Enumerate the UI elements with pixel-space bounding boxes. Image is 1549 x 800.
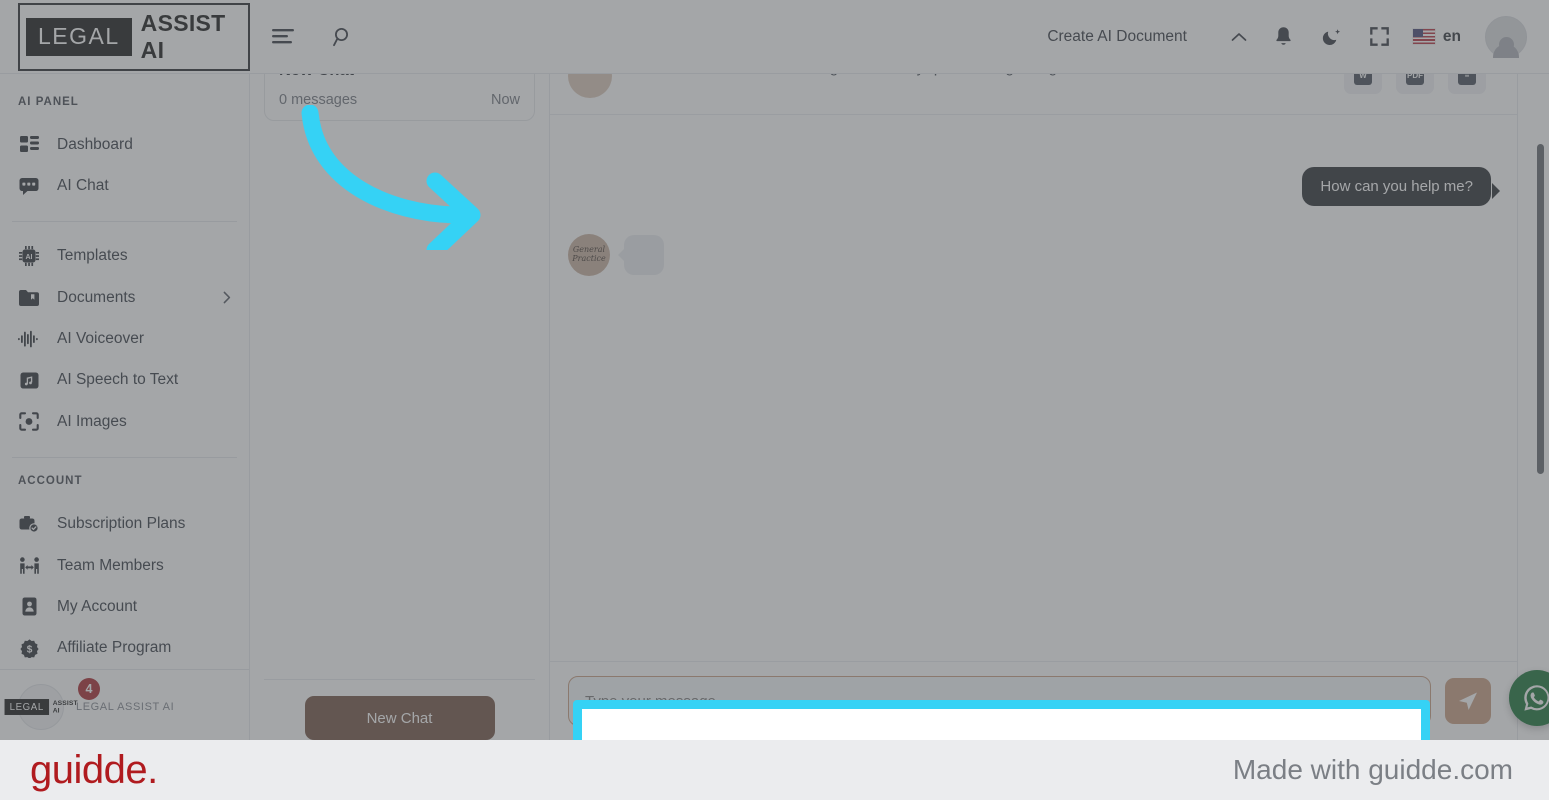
- sidebar-item-subscription-plans[interactable]: Subscription Plans: [0, 503, 249, 544]
- header-left-tools: [268, 22, 358, 52]
- sidebar-section-ai-panel: AI PANEL: [18, 96, 79, 108]
- app-body: AI PANEL Dashboard AI Chat AI Templates …: [0, 48, 1549, 740]
- search-icon[interactable]: [328, 22, 358, 52]
- guidde-made-with-label: Made with guidde.com: [1232, 754, 1513, 785]
- sidebar-item-team-members[interactable]: Team Members: [0, 545, 249, 586]
- right-rail: [1509, 74, 1549, 740]
- moon-icon[interactable]: [1317, 22, 1347, 52]
- assistant-message-avatar: General Practice: [568, 234, 610, 276]
- sidebar-notification-badge: 4: [78, 678, 100, 700]
- chat-messages-scroll[interactable]: How can you help me? General Practice: [550, 149, 1517, 661]
- guidde-logo: guidde.: [30, 748, 158, 792]
- user-message-bubble: How can you help me?: [1302, 167, 1500, 206]
- sidebar-item-label: My Account: [57, 597, 138, 615]
- chat-pane: General Practice - Ask the Legal Assist …: [550, 54, 1517, 740]
- send-message-button[interactable]: [1445, 678, 1491, 724]
- sidebar-item-label: AI Speech to Text: [57, 371, 179, 389]
- sidebar-item-ai-images[interactable]: AI Images: [0, 401, 249, 442]
- chevron-right-icon[interactable]: [223, 291, 231, 304]
- svg-text:AI: AI: [26, 254, 33, 261]
- application-window: LEGAL ASSIST AI Create AI Document en AI…: [0, 0, 1549, 740]
- sidebar-item-ai-chat[interactable]: AI Chat: [0, 165, 249, 206]
- chat-item-meta: 0 messages Now: [279, 92, 520, 108]
- app-root: LEGAL ASSIST AI Create AI Document en AI…: [0, 0, 1549, 800]
- left-sidebar: AI PANEL Dashboard AI Chat AI Templates …: [0, 74, 250, 740]
- new-chat-button[interactable]: New Chat: [304, 696, 495, 740]
- sidebar-item-label: Affiliate Program: [57, 639, 172, 657]
- message-row-user: How can you help me?: [568, 167, 1500, 206]
- id-card-icon: [18, 596, 40, 618]
- sidebar-item-label: Subscription Plans: [57, 515, 186, 533]
- chip-ai-icon: AI: [18, 245, 40, 267]
- create-ai-document-button[interactable]: Create AI Document: [1043, 22, 1191, 52]
- chevron-up-icon[interactable]: [1231, 32, 1247, 42]
- sidebar-divider: [12, 220, 237, 222]
- top-header-bar: LEGAL ASSIST AI Create AI Document en: [0, 0, 1549, 74]
- sidebar-profile-caption: LEGAL ASSIST AI: [76, 701, 175, 713]
- chat-icon: [18, 175, 40, 197]
- language-selector[interactable]: en: [1412, 27, 1461, 46]
- camera-frame-icon: [18, 411, 40, 433]
- sidebar-section-account: ACCOUNT: [18, 475, 83, 488]
- us-flag-icon: [1412, 29, 1435, 44]
- header-right-tools: Create AI Document en: [1043, 15, 1527, 58]
- chat-list-footer: New Chat: [264, 679, 535, 740]
- chat-message-input[interactable]: [568, 676, 1431, 726]
- sidebar-item-ai-voiceover[interactable]: AI Voiceover: [0, 318, 249, 359]
- message-row-assistant: General Practice: [568, 234, 1491, 276]
- logo-box: LEGAL ASSIST AI: [18, 2, 250, 71]
- sidebar-profile-avatar: LEGAL ASSIST AI: [4, 684, 77, 730]
- sidebar-divider: [12, 456, 237, 458]
- sidebar-item-my-account[interactable]: My Account: [0, 586, 249, 627]
- sidebar-item-label: AI Chat: [57, 177, 109, 195]
- user-avatar[interactable]: [1485, 15, 1527, 58]
- sidebar-item-label: AI Images: [57, 412, 127, 430]
- fullscreen-icon[interactable]: [1365, 22, 1395, 52]
- dollar-badge-icon: $: [18, 637, 40, 659]
- team-icon: [18, 555, 40, 577]
- sidebar-item-dashboard[interactable]: Dashboard: [0, 124, 249, 165]
- app-logo[interactable]: LEGAL ASSIST AI: [0, 2, 250, 71]
- sidebar-item-affiliate-program[interactable]: $ Affiliate Program: [0, 628, 249, 669]
- chat-item-time: Now: [490, 92, 520, 108]
- sidebar-footer: LEGAL ASSIST AI 4 LEGAL ASSIST AI: [0, 669, 249, 740]
- page-scrollbar[interactable]: [1537, 144, 1544, 474]
- hamburger-icon[interactable]: [268, 22, 298, 52]
- sidebar-item-label: Dashboard: [57, 135, 133, 153]
- guidde-footer-bar: guidde. Made with guidde.com: [0, 740, 1549, 800]
- mini-logo-assist: ASSIST AI: [52, 699, 78, 715]
- bell-icon[interactable]: [1269, 22, 1299, 52]
- dashboard-icon: [18, 134, 40, 156]
- chat-composer: [550, 661, 1517, 740]
- folder-music-icon: [18, 369, 40, 391]
- sidebar-item-templates[interactable]: AI Templates: [0, 236, 249, 277]
- logo-legal-text: LEGAL: [26, 17, 132, 56]
- sidebar-item-label: Team Members: [57, 556, 164, 574]
- logo-assist-text: ASSIST AI: [140, 9, 226, 63]
- language-label: en: [1442, 27, 1461, 45]
- waveform-icon: [18, 328, 40, 350]
- chat-item-message-count: 0 messages: [279, 92, 358, 108]
- mini-logo-legal: LEGAL: [4, 699, 49, 715]
- sidebar-item-documents[interactable]: Documents: [0, 277, 249, 318]
- briefcase-check-icon: [18, 513, 40, 535]
- sidebar-profile[interactable]: LEGAL ASSIST AI 4 LEGAL ASSIST AI: [4, 678, 231, 730]
- sidebar-item-label: Templates: [57, 247, 128, 265]
- sidebar-item-label: AI Voiceover: [57, 330, 145, 348]
- sidebar-item-label: Documents: [57, 288, 136, 306]
- chat-list-panel: New Chat 0 messages Now New Chat: [250, 48, 550, 740]
- svg-text:$: $: [26, 644, 32, 655]
- assistant-loading-bubble: [618, 235, 664, 275]
- folder-icon: [18, 287, 40, 309]
- sidebar-item-ai-speech-to-text[interactable]: AI Speech to Text: [0, 360, 249, 401]
